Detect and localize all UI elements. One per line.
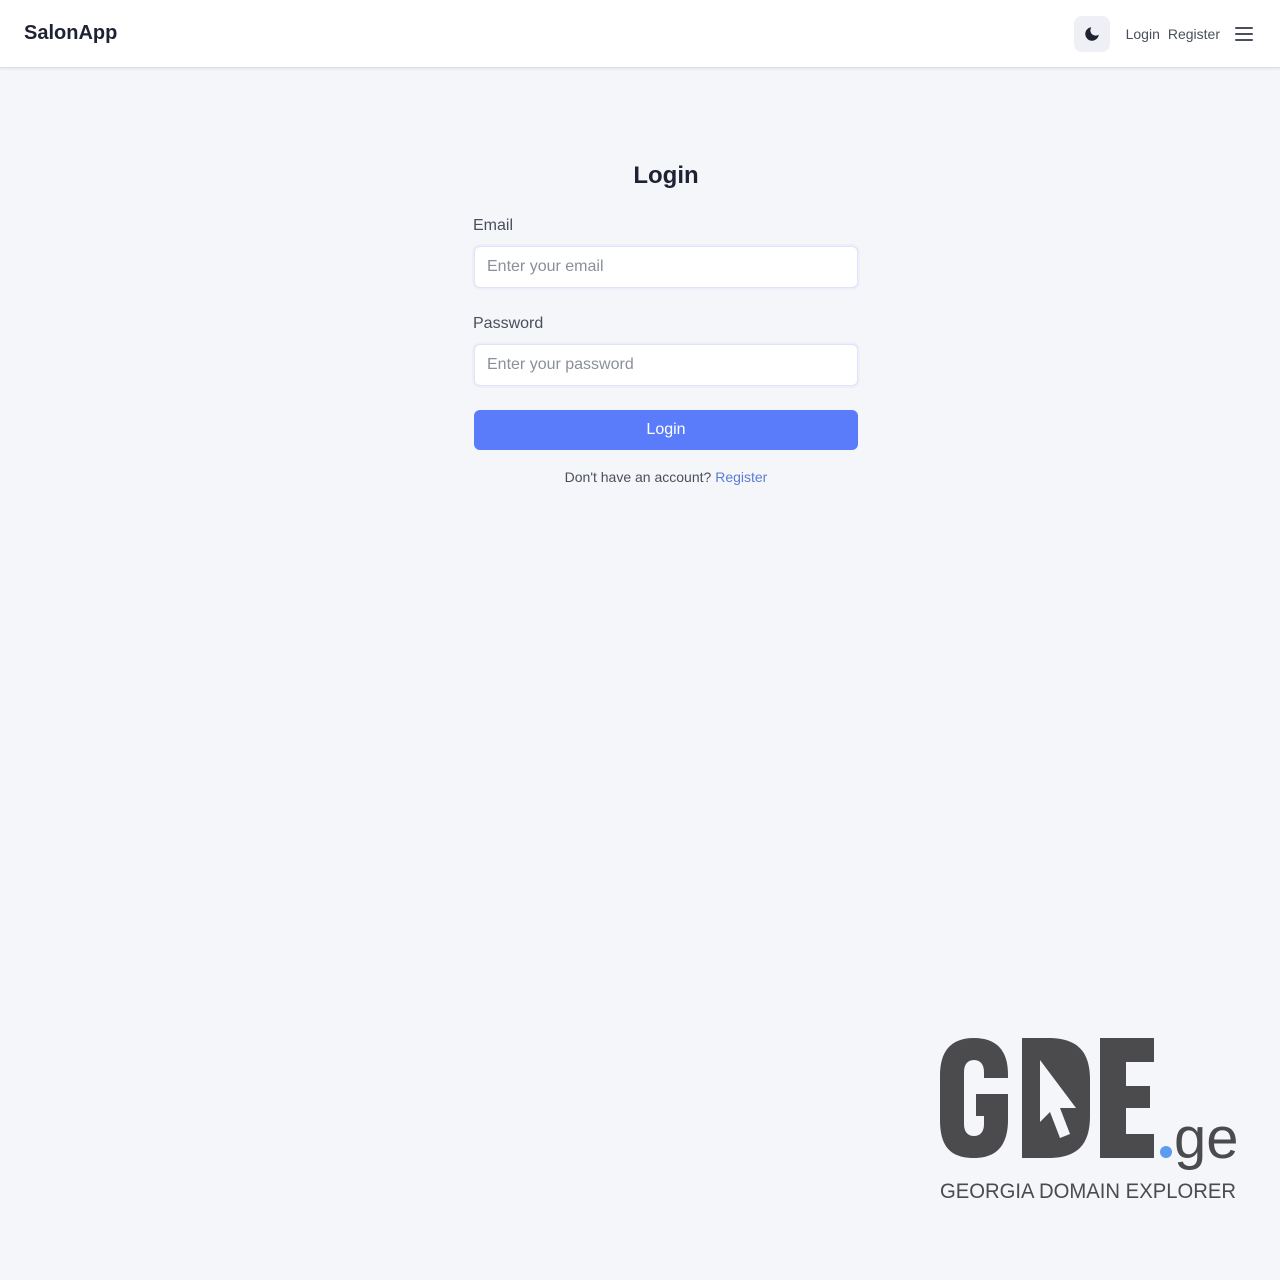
password-label: Password [473, 315, 544, 332]
logo-ge-text: ge [1174, 1106, 1238, 1171]
gde-watermark-logo: ge GEORGIA DOMAIN EXPLORER [938, 1036, 1239, 1206]
register-prompt: Don't have an account? Register [474, 469, 858, 485]
login-button[interactable]: Login [474, 410, 858, 450]
nav-right: Login Register [1073, 15, 1256, 52]
password-input[interactable] [474, 344, 858, 386]
login-form: Login Email Password Login Don't have an… [473, 160, 858, 485]
nav-register-link[interactable]: Register [1168, 26, 1220, 42]
hamburger-menu-icon [1235, 26, 1253, 41]
email-group: Email [473, 216, 858, 288]
menu-button[interactable] [1232, 22, 1256, 46]
top-navbar: SalonApp Login Register [0, 0, 1280, 68]
page-title: Login [633, 162, 699, 189]
email-label: Email [473, 217, 514, 234]
moon-icon [1084, 26, 1099, 41]
gde-logo-icon: ge GEORGIA DOMAIN EXPLORER [940, 1038, 1239, 1203]
password-group: Password [473, 314, 858, 386]
theme-toggle-button[interactable] [1073, 15, 1110, 52]
brand-logo[interactable]: SalonApp [24, 22, 117, 45]
register-link[interactable]: Register [715, 469, 767, 485]
email-input[interactable] [474, 246, 858, 288]
nav-login-link[interactable]: Login [1126, 26, 1160, 42]
no-account-text: Don't have an account? [564, 469, 712, 485]
logo-tagline: GEORGIA DOMAIN EXPLORER [940, 1180, 1236, 1203]
